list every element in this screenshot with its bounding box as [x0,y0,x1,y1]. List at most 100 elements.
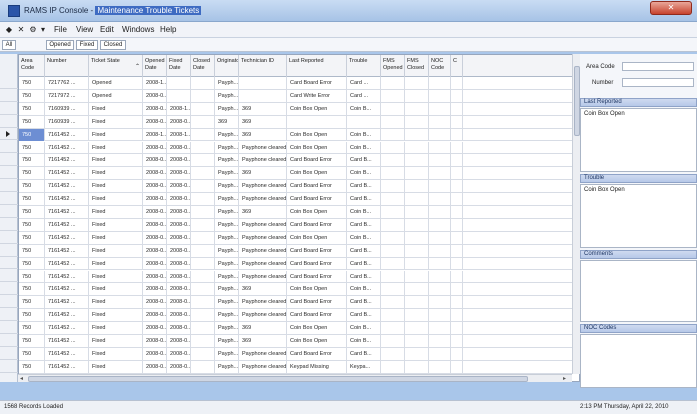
cell-noc-code[interactable] [429,128,451,142]
cell-fms-closed[interactable] [405,167,429,181]
cell-technician-id[interactable]: 369 [239,335,287,348]
cell-noc-code[interactable] [429,154,451,168]
cell-number[interactable]: 7161452 ... [45,322,89,335]
cell-opened-date[interactable]: 2008-0... [143,218,167,232]
cell-ticket-state[interactable]: Fixed [89,244,143,258]
cell-fms-closed[interactable] [405,102,429,116]
cell-c[interactable] [451,128,463,142]
cell-originator[interactable]: Payph... [215,322,239,335]
cell-opened-date[interactable]: 2008-1... [143,77,167,90]
cell-number[interactable]: 7161452 ... [45,257,89,271]
cell-ticket-state[interactable]: Fixed [89,231,143,245]
menu-windows[interactable]: Windows [122,25,154,34]
cell-closed-date[interactable] [191,115,215,129]
row-selector[interactable] [0,244,18,257]
cell-closed-date[interactable] [191,270,215,284]
cell-originator[interactable]: Payph... [215,347,239,361]
cell-opened-date[interactable]: 2008-0... [143,335,167,348]
cell-c[interactable] [451,347,463,361]
cell-fms-opened[interactable] [381,154,405,168]
cell-closed-date[interactable] [191,347,215,361]
cell-closed-date[interactable] [191,244,215,258]
column-header-number[interactable]: Number [45,55,89,77]
cell-originator[interactable]: Payph... [215,296,239,310]
cell-fixed-date[interactable]: 2008-0... [167,309,191,323]
cell-originator[interactable]: Payph... [215,270,239,284]
cell-closed-date[interactable] [191,141,215,155]
cell-number[interactable]: 7161452 ... [45,128,89,142]
cell-ticket-state[interactable]: Fixed [89,347,143,361]
cell-fms-opened[interactable] [381,115,405,129]
cell-ticket-state[interactable]: Fixed [89,167,143,181]
cell-ticket-state[interactable]: Fixed [89,218,143,232]
cell-fixed-date[interactable]: 2008-0... [167,115,191,129]
table-row[interactable]: 750 7161452 ... Fixed 2008-0... 2008-0... Pay… [19,218,579,232]
cell-closed-date[interactable] [191,167,215,181]
row-selector[interactable] [0,295,18,309]
cell-ticket-state[interactable]: Fixed [89,257,143,271]
cell-fixed-date[interactable]: 2008-0... [167,257,191,271]
cell-closed-date[interactable] [191,89,215,103]
cell-area-code[interactable]: 750 [19,347,45,361]
cell-number[interactable]: 7161452 ... [45,244,89,258]
cell-c[interactable] [451,193,463,206]
cell-opened-date[interactable]: 2008-0... [143,167,167,181]
cell-ticket-state[interactable]: Fixed [89,141,143,155]
cell-number[interactable]: 7161452 ... [45,167,89,181]
column-header-fms-closed[interactable]: FMS Closed [405,55,429,77]
cell-fms-closed[interactable] [405,206,429,219]
cell-fixed-date[interactable]: 2008-0... [167,360,191,374]
cell-originator[interactable]: Payph... [215,89,239,103]
table-row[interactable]: 750 7217972 ... Opened 2008-0... Payph... Car… [19,89,579,103]
row-selector[interactable] [0,153,18,167]
cell-last-reported[interactable]: Card Board Error [287,180,347,194]
cell-ticket-state[interactable]: Fixed [89,360,143,374]
cell-ticket-state[interactable]: Fixed [89,193,143,206]
cell-last-reported[interactable]: Coin Box Open [287,206,347,219]
cell-fixed-date[interactable]: 2008-0... [167,244,191,258]
cell-trouble[interactable]: Card B... [347,193,381,206]
cell-c[interactable] [451,335,463,348]
cell-ticket-state[interactable]: Fixed [89,335,143,348]
cell-fms-opened[interactable] [381,360,405,374]
cell-originator[interactable]: Payph... [215,335,239,348]
cell-trouble[interactable]: Card B... [347,218,381,232]
cell-fixed-date[interactable]: 2008-0... [167,283,191,297]
cell-fixed-date[interactable]: 2008-0... [167,141,191,155]
cell-c[interactable] [451,77,463,90]
cell-opened-date[interactable]: 2008-0... [143,154,167,168]
cell-ticket-state[interactable]: Fixed [89,206,143,219]
cell-number[interactable]: 7161452 ... [45,347,89,361]
cell-opened-date[interactable]: 2008-0... [143,296,167,310]
cell-originator[interactable]: Payph... [215,244,239,258]
table-row[interactable]: 750 7161452 ... Fixed 2008-0... 2008-0... Pay… [19,270,579,284]
column-header-opened-date[interactable]: Opened Date [143,55,167,77]
cell-fms-opened[interactable] [381,180,405,194]
cell-originator[interactable]: Payph... [215,360,239,374]
cell-noc-code[interactable] [429,167,451,181]
cell-opened-date[interactable]: 2008-0... [143,322,167,335]
cell-fms-closed[interactable] [405,244,429,258]
cell-closed-date[interactable] [191,360,215,374]
row-selector[interactable] [0,270,18,283]
table-row[interactable]: 750 7161452 ... Fixed 2008-0... 2008-0... Pay… [19,244,579,258]
column-header-closed-date[interactable]: Closed Date [191,55,215,77]
cell-closed-date[interactable] [191,335,215,348]
cell-fms-opened[interactable] [381,167,405,181]
cell-technician-id[interactable]: 369 [239,102,287,116]
cell-technician-id[interactable]: Payphone cleared [239,360,287,374]
cell-fms-closed[interactable] [405,89,429,103]
row-selector[interactable] [0,282,18,296]
comments-box[interactable] [580,260,697,322]
cell-noc-code[interactable] [429,102,451,116]
cell-closed-date[interactable] [191,218,215,232]
cell-noc-code[interactable] [429,296,451,310]
cell-area-code[interactable]: 750 [19,154,45,168]
cell-fms-closed[interactable] [405,180,429,194]
cell-area-code[interactable]: 750 [19,193,45,206]
cell-technician-id[interactable]: Payphone cleared [239,244,287,258]
cell-closed-date[interactable] [191,193,215,206]
cell-c[interactable] [451,141,463,155]
column-header-c[interactable]: C [451,55,463,77]
cell-fms-closed[interactable] [405,347,429,361]
